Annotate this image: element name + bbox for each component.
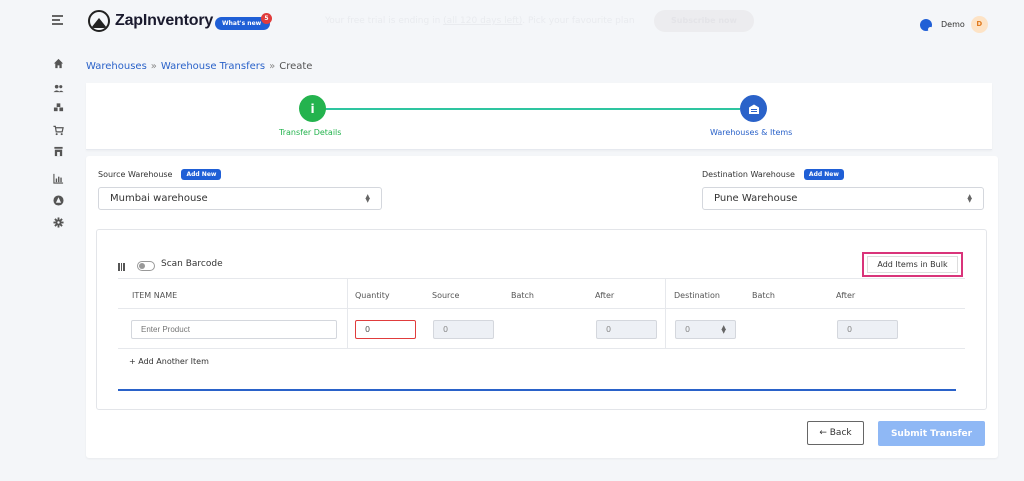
warehouse-icon[interactable] xyxy=(52,101,64,113)
step-warehouses-items[interactable] xyxy=(740,95,767,122)
submit-transfer-button[interactable]: Submit Transfer xyxy=(878,421,985,446)
destination-qty-value: 0 xyxy=(685,325,691,334)
table-row-border xyxy=(118,348,965,349)
breadcrumb-warehouses[interactable]: Warehouses xyxy=(86,61,147,72)
back-button[interactable]: ← Back xyxy=(807,421,864,445)
source-after-field: 0 xyxy=(596,320,657,339)
stepper: i Transfer Details Warehouses & Items xyxy=(86,83,992,150)
settings-icon[interactable] xyxy=(52,216,64,228)
table-top-border xyxy=(118,278,965,279)
items-panel: Scan Barcode Add Items in Bulk ITEM NAME… xyxy=(96,229,987,410)
palette-icon[interactable] xyxy=(920,18,933,32)
add-items-in-bulk-label: Add Items in Bulk xyxy=(867,256,958,273)
brand[interactable]: ZapInventory xyxy=(88,10,213,32)
select-caret-icon: ▲ ▼ xyxy=(967,192,972,204)
quantity-input[interactable]: 0 xyxy=(355,320,416,339)
add-new-source-button[interactable]: Add New xyxy=(181,169,222,180)
breadcrumb-current: Create xyxy=(279,61,313,72)
reports-icon[interactable] xyxy=(52,172,64,184)
product-input[interactable] xyxy=(131,320,337,339)
add-another-item-link[interactable]: + Add Another Item xyxy=(129,357,209,366)
whats-new-badge: 5 xyxy=(261,13,272,24)
sidebar xyxy=(0,0,70,481)
trial-days-link[interactable]: (all 120 days left) xyxy=(443,16,522,26)
column-divider xyxy=(347,278,348,348)
user-menu[interactable]: Demo D xyxy=(920,16,988,33)
avatar[interactable]: D xyxy=(970,16,988,33)
column-source: Source xyxy=(432,291,460,300)
column-item-name: ITEM NAME xyxy=(132,291,178,300)
barcode-icon xyxy=(118,263,126,271)
zapinventory-logo-icon xyxy=(88,10,110,32)
column-destination-batch: Batch xyxy=(752,291,775,300)
stepper-progress-line xyxy=(312,108,740,110)
step-label-transfer-details: Transfer Details xyxy=(279,128,342,137)
source-warehouse-label: Source Warehouse xyxy=(98,170,173,179)
info-icon: i xyxy=(310,101,315,116)
destination-qty-select[interactable]: 0 ▲ ▼ xyxy=(675,320,736,339)
trial-suffix: . Pick your favourite plan xyxy=(522,16,635,26)
cart-icon[interactable] xyxy=(52,124,64,136)
breadcrumb-separator: » xyxy=(150,61,157,72)
source-qty-field: 0 xyxy=(433,320,494,339)
warehouse-step-icon xyxy=(748,104,759,114)
scan-barcode-toggle[interactable] xyxy=(137,261,155,271)
step-transfer-details[interactable]: i xyxy=(299,95,326,122)
source-warehouse-value: Mumbai warehouse xyxy=(110,193,208,204)
add-items-in-bulk-button[interactable]: Add Items in Bulk xyxy=(862,252,963,277)
destination-warehouse-value: Pune Warehouse xyxy=(714,193,798,204)
column-divider xyxy=(665,278,666,348)
column-source-after: After xyxy=(595,291,615,300)
trial-prefix: Your free trial is ending in xyxy=(325,16,444,26)
breadcrumb-warehouse-transfers[interactable]: Warehouse Transfers xyxy=(161,61,265,72)
items-footer-line xyxy=(118,389,956,391)
destination-warehouse-label-row: Destination Warehouse Add New xyxy=(702,169,844,180)
source-warehouse-label-row: Source Warehouse Add New xyxy=(98,169,222,180)
trial-banner: Your free trial is ending in (all 120 da… xyxy=(325,16,635,26)
destination-after-field: 0 xyxy=(837,320,898,339)
subscribe-button[interactable]: Subscribe now xyxy=(654,10,754,32)
select-caret-icon: ▲ ▼ xyxy=(365,192,370,204)
brand-name: ZapInventory xyxy=(115,12,214,29)
users-icon[interactable] xyxy=(52,82,64,94)
table-header-border xyxy=(118,308,965,309)
step-label-warehouses-items: Warehouses & Items xyxy=(710,128,793,137)
scan-barcode-label: Scan Barcode xyxy=(161,259,223,269)
breadcrumb-separator: » xyxy=(269,61,276,72)
menu-toggle-icon[interactable] xyxy=(52,15,63,25)
integrations-icon[interactable] xyxy=(52,194,64,206)
home-icon[interactable] xyxy=(52,57,64,69)
column-destination: Destination xyxy=(674,291,720,300)
add-new-destination-button[interactable]: Add New xyxy=(803,169,844,180)
source-warehouse-select[interactable]: Mumbai warehouse ▲ ▼ xyxy=(98,187,382,210)
transfer-form-card: Source Warehouse Add New Mumbai warehous… xyxy=(86,156,998,458)
column-source-batch: Batch xyxy=(511,291,534,300)
column-quantity: Quantity xyxy=(355,291,390,300)
column-destination-after: After xyxy=(836,291,856,300)
select-caret-icon: ▲ ▼ xyxy=(721,323,726,335)
destination-warehouse-select[interactable]: Pune Warehouse ▲ ▼ xyxy=(702,187,984,210)
user-name: Demo xyxy=(941,20,965,29)
breadcrumb: Warehouses» Warehouse Transfers» Create xyxy=(86,61,312,72)
destination-warehouse-label: Destination Warehouse xyxy=(702,170,795,179)
store-icon[interactable] xyxy=(52,145,64,157)
